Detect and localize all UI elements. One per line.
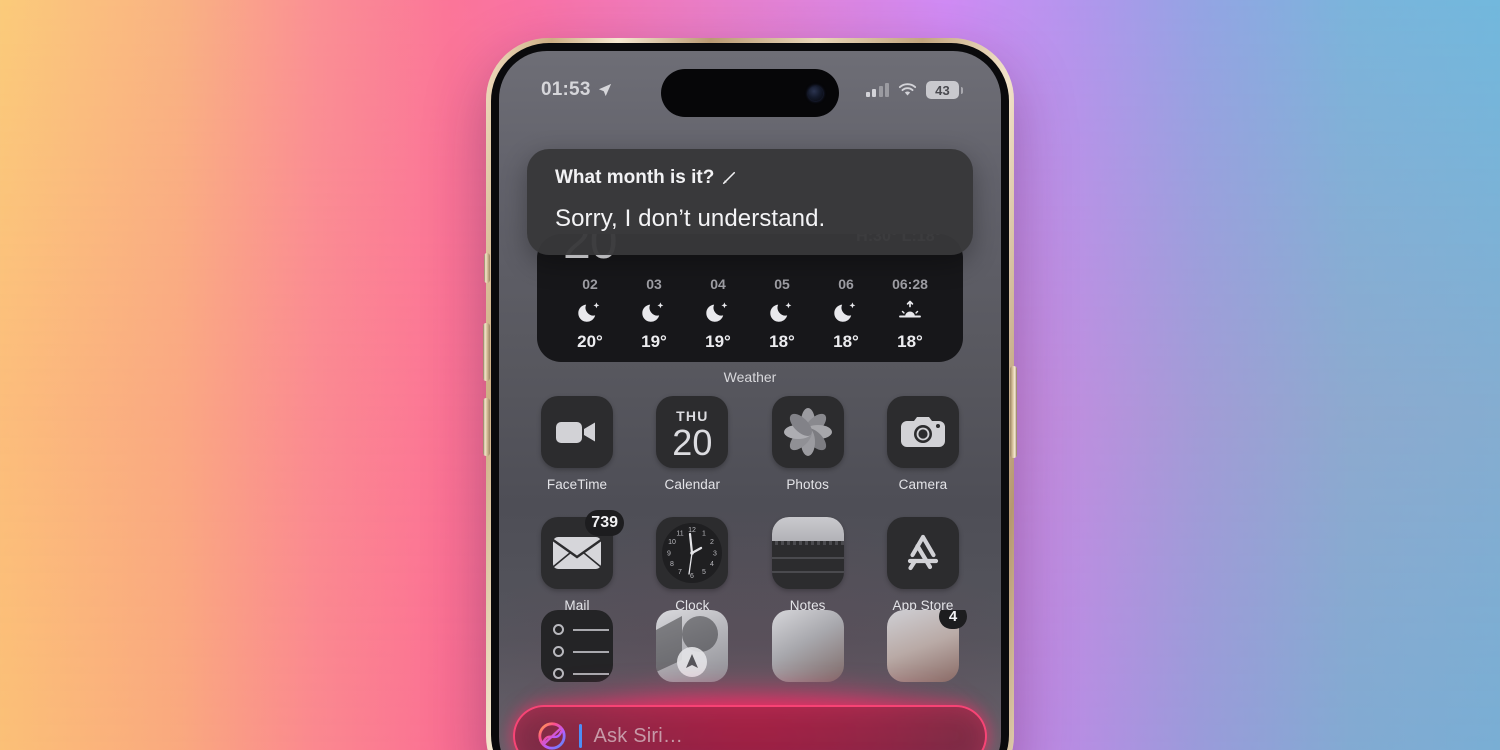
text-cursor: [579, 724, 582, 748]
app-store-icon: [886, 517, 959, 589]
weather-hour-item: 06 18°: [817, 276, 875, 352]
svg-text:7: 7: [678, 569, 682, 576]
moon-stars-icon: [705, 299, 731, 325]
reminders-icon: [541, 610, 613, 682]
app-row-1: FaceTime THU 20 Calendar Photos Camera: [525, 396, 975, 492]
app-icon-photo-widget-1[interactable]: [756, 610, 860, 690]
battery-tip: [960, 86, 963, 94]
moon-stars-icon: [833, 299, 859, 325]
iphone-device: 01:53 43 02 20° 03 19° 04 19° 05 18° 06 …: [483, 38, 1017, 750]
moon-stars-icon: [769, 299, 795, 325]
siri-input-placeholder[interactable]: Ask Siri…: [594, 725, 684, 748]
app-icon-photos[interactable]: Photos: [756, 396, 860, 492]
siri-input-bar[interactable]: Ask Siri…: [513, 705, 987, 750]
siri-input-bar-wrapper: Ask Siri…: [499, 691, 1001, 750]
status-bar-time: 01:53: [541, 79, 591, 100]
app-icon-camera[interactable]: Camera: [871, 396, 975, 492]
siri-response-card[interactable]: What month is it? Sorry, I don’t underst…: [527, 149, 973, 255]
weather-hour-temp: 18°: [833, 332, 859, 351]
weather-hour-item: 04 19°: [689, 276, 747, 352]
front-camera-lens-icon: [808, 85, 823, 101]
volume-down-button[interactable]: [483, 398, 490, 456]
svg-text:1: 1: [702, 531, 706, 538]
svg-text:12: 12: [688, 527, 696, 534]
siri-query-row[interactable]: What month is it?: [555, 167, 945, 189]
weather-hour-temp: 19°: [705, 332, 731, 351]
status-bar-right: 43: [865, 81, 963, 99]
mail-badge-count: 739: [585, 510, 624, 536]
camera-icon: [886, 396, 959, 468]
maps-icon: [656, 610, 729, 682]
pencil-edit-icon[interactable]: [722, 171, 736, 185]
svg-text:11: 11: [677, 531, 684, 538]
weather-hour-item: 02 20°: [561, 276, 619, 352]
weather-hour-time: 04: [710, 276, 726, 292]
location-arrow-icon: [598, 83, 611, 97]
app-icon-calendar[interactable]: THU 20 Calendar: [640, 396, 744, 492]
siri-answer-text: Sorry, I don’t understand.: [555, 205, 826, 232]
app-icon-facetime[interactable]: FaceTime: [525, 396, 629, 492]
battery-icon: 43: [926, 81, 963, 99]
weather-hour-item: 06:28 18°: [881, 276, 939, 352]
home-screen-app-grid: FaceTime THU 20 Calendar Photos Camera 7…: [525, 396, 975, 638]
app-label: Camera: [898, 477, 948, 492]
weather-hour-temp: 18°: [769, 332, 795, 351]
weather-hour-time: 05: [774, 276, 790, 292]
app-icon-maps[interactable]: [640, 610, 744, 690]
svg-text:8: 8: [670, 561, 674, 568]
moon-stars-icon: [641, 299, 667, 325]
svg-text:5: 5: [702, 569, 706, 576]
weather-hour-time: 06: [838, 276, 854, 292]
notes-icon: [771, 517, 844, 589]
clock-analog-icon: 12 1 2 3 45 6 78 9 10 11: [656, 517, 729, 589]
cellular-bars-icon: [865, 82, 889, 97]
app-icon-clock[interactable]: 12 1 2 345 678 9 10 11 Clock: [640, 517, 744, 613]
dynamic-island[interactable]: [661, 69, 839, 117]
svg-text:10: 10: [668, 539, 676, 546]
app-row-2: 739 Mail 12 1 2 3 4 5 6 7 8 9 10 11 Cloc…: [525, 510, 975, 613]
app-icon-app-store[interactable]: App Store: [871, 517, 975, 613]
app-label: Calendar: [664, 477, 721, 492]
moon-stars-icon: [577, 299, 603, 325]
weather-widget-label: Weather: [723, 369, 777, 385]
app-icon-reminders[interactable]: 4: [525, 610, 967, 690]
photo-thumbnail-icon: [771, 610, 844, 682]
weather-hour-time: 06:28: [892, 276, 928, 292]
svg-text:6: 6: [690, 573, 694, 580]
svg-text:3: 3: [713, 551, 717, 558]
device-screen: 01:53 43 02 20° 03 19° 04 19° 05 18° 06 …: [499, 51, 1001, 750]
ring-silent-switch[interactable]: [484, 253, 490, 283]
volume-up-button[interactable]: [483, 323, 490, 381]
svg-text:9: 9: [667, 551, 671, 558]
app-label: Photos: [786, 477, 829, 492]
siri-orb-icon[interactable]: [537, 721, 567, 750]
svg-text:2: 2: [710, 539, 714, 546]
weather-hour-item: 03 19°: [625, 276, 683, 352]
app-row-3-partial: 4: [525, 610, 975, 690]
battery-level: 43: [926, 81, 959, 99]
app-label: FaceTime: [546, 477, 608, 492]
sunrise-icon: [897, 299, 923, 325]
app-icon-notes[interactable]: Notes: [756, 517, 860, 613]
app-icon-mail[interactable]: 739 Mail: [525, 510, 629, 613]
calendar-icon: THU 20: [656, 396, 729, 468]
svg-text:4: 4: [710, 561, 714, 568]
calendar-day-number: 20: [672, 422, 713, 464]
weather-hour-temp: 19°: [641, 332, 667, 351]
weather-hour-temp: 20°: [577, 332, 603, 351]
weather-hour-temp: 18°: [897, 332, 923, 351]
photos-flower-icon: [771, 396, 844, 468]
siri-query-text: What month is it?: [555, 167, 715, 188]
facetime-camera-icon: [541, 396, 613, 468]
status-bar-left: 01:53: [541, 79, 612, 101]
weather-hour-time: 03: [646, 276, 662, 292]
side-power-button[interactable]: [1010, 366, 1017, 458]
weather-hourly-list: 02 20° 03 19° 04 19° 05 18° 06 18° 06:28…: [553, 258, 947, 352]
weather-hour-item: 05 18°: [753, 276, 811, 352]
wifi-icon: [898, 83, 917, 96]
weather-hour-time: 02: [582, 276, 598, 292]
